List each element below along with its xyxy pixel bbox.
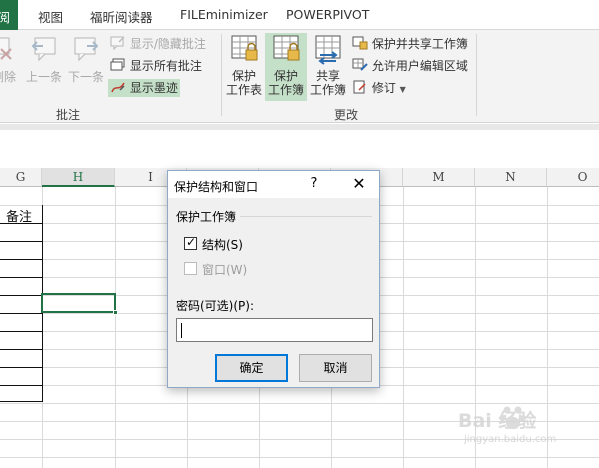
- protect-workbook-section-label: 保护工作簿: [176, 210, 237, 224]
- table-border: [0, 349, 43, 350]
- share-workbook-button[interactable]: 共享 工作簿: [307, 33, 349, 101]
- ink-pen-icon: [111, 82, 125, 93]
- help-icon[interactable]: ?: [307, 176, 321, 191]
- track-changes-button[interactable]: 修订 ▼: [352, 79, 406, 97]
- show-hide-comment-icon: [110, 36, 125, 51]
- close-icon[interactable]: ✕: [346, 173, 372, 195]
- protect-sheet-icon: [231, 35, 258, 61]
- tab-fileminimizer[interactable]: FILEminimizer: [180, 7, 268, 22]
- column-header-n[interactable]: N: [475, 168, 547, 187]
- cancel-button[interactable]: 取消: [299, 354, 372, 382]
- checkmark-icon: ✓: [186, 235, 197, 249]
- next-comment-label: 下一条: [67, 70, 104, 84]
- selected-cell[interactable]: [41, 293, 118, 315]
- window-label: 窗口(W): [202, 263, 248, 277]
- show-hide-comment-label: 显示/隐藏批注: [129, 37, 206, 51]
- table-border: [0, 259, 43, 260]
- tab-foxit-reader[interactable]: 福昕阅读器: [90, 7, 153, 26]
- column-header-m[interactable]: M: [403, 168, 475, 187]
- ribbon: 删除 上一条 下一条 显示/隐藏批注 显示所有批注: [0, 30, 599, 123]
- allow-edit-ranges-label: 允许用户编辑区域: [371, 59, 468, 73]
- show-all-comments-label: 显示所有批注: [129, 59, 202, 73]
- ribbon-tab-bar: 阅 视图 福昕阅读器 FILEminimizer POWERPIVOT: [0, 0, 599, 31]
- structure-checkbox[interactable]: ✓: [184, 235, 197, 250]
- table-border: [0, 331, 43, 332]
- table-border: [0, 277, 43, 278]
- allow-edit-ranges-button[interactable]: 允许用户编辑区域: [352, 57, 468, 75]
- protect-share-workbook-label: 保护并共享工作簿: [371, 37, 468, 51]
- tab-powerpivot[interactable]: POWERPIVOT: [286, 7, 369, 22]
- delete-comment-button[interactable]: 删除: [0, 35, 16, 84]
- previous-comment-button[interactable]: 上一条: [24, 35, 64, 84]
- previous-comment-icon: [31, 37, 56, 62]
- chevron-down-icon: ▼: [399, 85, 406, 94]
- ribbon-group-separator: [476, 34, 477, 116]
- grid-line: [115, 187, 116, 468]
- column-header-g[interactable]: G: [0, 168, 42, 187]
- protect-workbook-icon: [273, 35, 300, 61]
- track-changes-label: 修订: [371, 81, 396, 95]
- text-caret: [181, 323, 182, 338]
- fill-handle[interactable]: [113, 310, 118, 315]
- table-border: [0, 401, 43, 402]
- protect-sheet-label: 保护 工作表: [225, 69, 262, 97]
- show-ink-button[interactable]: 显示墨迹: [108, 79, 180, 97]
- delete-comment-label: 删除: [0, 70, 17, 84]
- section-divider: [240, 216, 372, 217]
- table-border: [0, 295, 43, 296]
- window-checkbox[interactable]: [184, 262, 197, 275]
- show-ink-label: 显示墨迹: [129, 81, 178, 95]
- ok-button[interactable]: 确定: [215, 354, 288, 382]
- table-border: [0, 385, 43, 386]
- share-workbook-label: 共享 工作簿: [309, 69, 346, 97]
- changes-group-label: 更改: [334, 108, 359, 122]
- protect-sheet-button[interactable]: 保护 工作表: [223, 33, 265, 101]
- baidu-jingyan-watermark: Bai 经验 jingyan.baidu.com: [458, 400, 598, 466]
- next-comment-icon: [74, 37, 99, 62]
- tab-view[interactable]: 视图: [38, 7, 63, 26]
- table-border: [0, 367, 43, 368]
- table-border: [0, 313, 43, 314]
- share-workbook-icon: [315, 35, 341, 65]
- grid-line: [403, 187, 404, 468]
- password-label: 密码(可选)(P):: [176, 299, 255, 313]
- show-hide-comment-button[interactable]: 显示/隐藏批注: [110, 35, 206, 53]
- column-header-o[interactable]: O: [547, 168, 599, 187]
- allow-edit-ranges-icon: [352, 58, 368, 71]
- ribbon-group-separator: [221, 34, 222, 116]
- protect-structure-dialog: 保护结构和窗口 ? ✕ 保护工作簿 ✓ 结构(S) 窗口(W) 密码(可选)(P…: [167, 170, 380, 388]
- dialog-title: 保护结构和窗口: [174, 180, 259, 194]
- table-border: [0, 241, 43, 242]
- track-changes-icon: [353, 80, 366, 94]
- protect-workbook-label: 保护 工作簿: [267, 69, 304, 97]
- column-header-h[interactable]: H: [42, 168, 115, 187]
- comments-group-label: 批注: [56, 108, 81, 122]
- remarks-cell[interactable]: 备注: [6, 206, 32, 225]
- formula-area: [0, 130, 599, 168]
- next-comment-button[interactable]: 下一条: [66, 35, 106, 84]
- protect-share-workbook-button[interactable]: 保护并共享工作簿: [352, 35, 468, 53]
- show-all-comments-icon: [110, 58, 125, 71]
- previous-comment-label: 上一条: [25, 70, 62, 84]
- protect-workbook-button[interactable]: 保护 工作簿: [265, 33, 307, 101]
- password-input[interactable]: [176, 318, 373, 342]
- watermark-url: jingyan.baidu.com: [464, 434, 557, 445]
- show-all-comments-button[interactable]: 显示所有批注: [110, 57, 202, 75]
- structure-label: 结构(S): [202, 238, 243, 252]
- watermark-text: Bai 经验: [458, 410, 537, 432]
- delete-comment-icon: [0, 37, 12, 60]
- protect-share-icon: [352, 36, 368, 50]
- tab-review[interactable]: 阅: [0, 0, 18, 31]
